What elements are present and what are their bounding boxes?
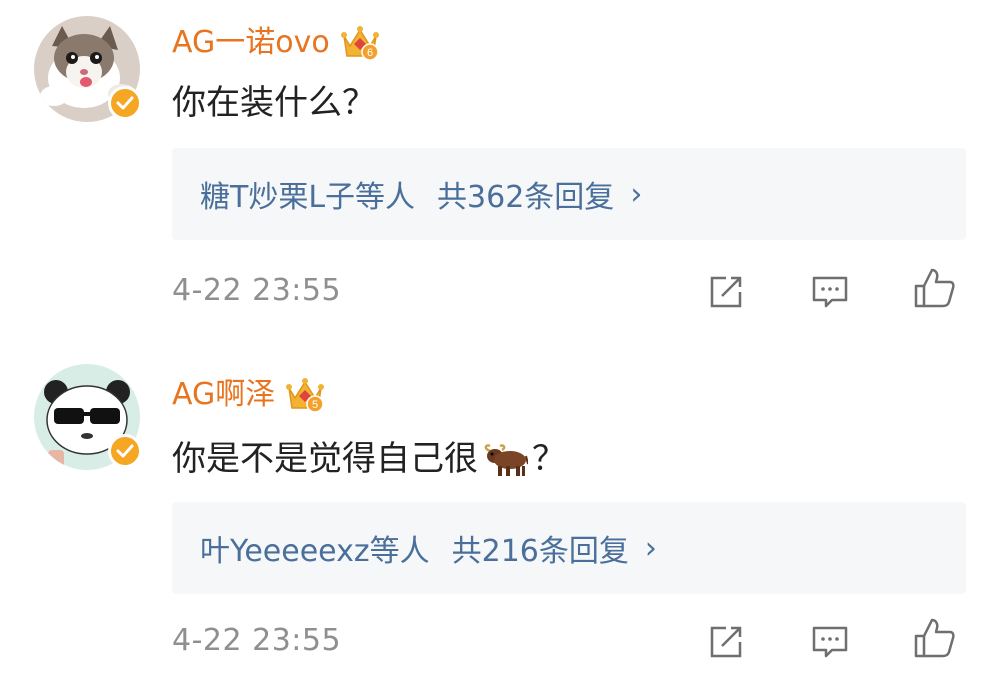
crown-level: 5	[312, 399, 318, 411]
reply-suffix: 等人	[369, 534, 430, 569]
username[interactable]: AG啊泽 5	[172, 376, 325, 414]
reply-count: 共216条回复	[451, 534, 629, 569]
bull-emoji-icon	[482, 440, 529, 478]
chevron-right-icon: ›	[630, 176, 643, 212]
username-text[interactable]: AG啊泽	[172, 380, 275, 410]
replies-link[interactable]: 糖T炒栗L子 等人 共362条回复 ›	[172, 148, 966, 240]
verified-icon	[108, 434, 142, 468]
reply-names: 糖T炒栗L子	[200, 180, 356, 215]
comment-text-content: 你在装什么？	[172, 83, 376, 123]
share-icon[interactable]	[704, 620, 748, 664]
chevron-right-icon: ›	[644, 530, 657, 566]
comment-text-end: ？	[532, 439, 566, 479]
username[interactable]: AG一诺ovo 6	[172, 24, 380, 62]
comment-icon[interactable]	[808, 270, 852, 314]
like-icon[interactable]	[912, 266, 956, 310]
share-icon[interactable]	[704, 270, 748, 314]
like-icon[interactable]	[912, 616, 956, 660]
avatar[interactable]	[34, 16, 142, 122]
crown-level: 6	[367, 47, 373, 59]
comment-text: 你在装什么？	[172, 86, 376, 120]
replies-link[interactable]: 叶Yeeeeexz 等人 共216条回复 ›	[172, 502, 966, 594]
comment-icon[interactable]	[808, 620, 852, 664]
reply-count: 共362条回复	[437, 180, 615, 215]
comment-text: 你是不是觉得自己很 ？	[172, 440, 566, 478]
reply-names: 叶Yeeeeexz	[200, 534, 370, 569]
avatar[interactable]	[34, 364, 142, 470]
reply-suffix: 等人	[355, 180, 416, 215]
comment-text-content: 你是不是觉得自己很	[172, 439, 478, 479]
timestamp: 4-22 23:55	[172, 273, 342, 308]
crown-badge-icon: 5	[285, 376, 325, 414]
timestamp: 4-22 23:55	[172, 623, 342, 658]
crown-badge-icon: 6	[340, 24, 380, 62]
username-text[interactable]: AG一诺ovo	[172, 28, 330, 58]
verified-icon	[108, 86, 142, 120]
